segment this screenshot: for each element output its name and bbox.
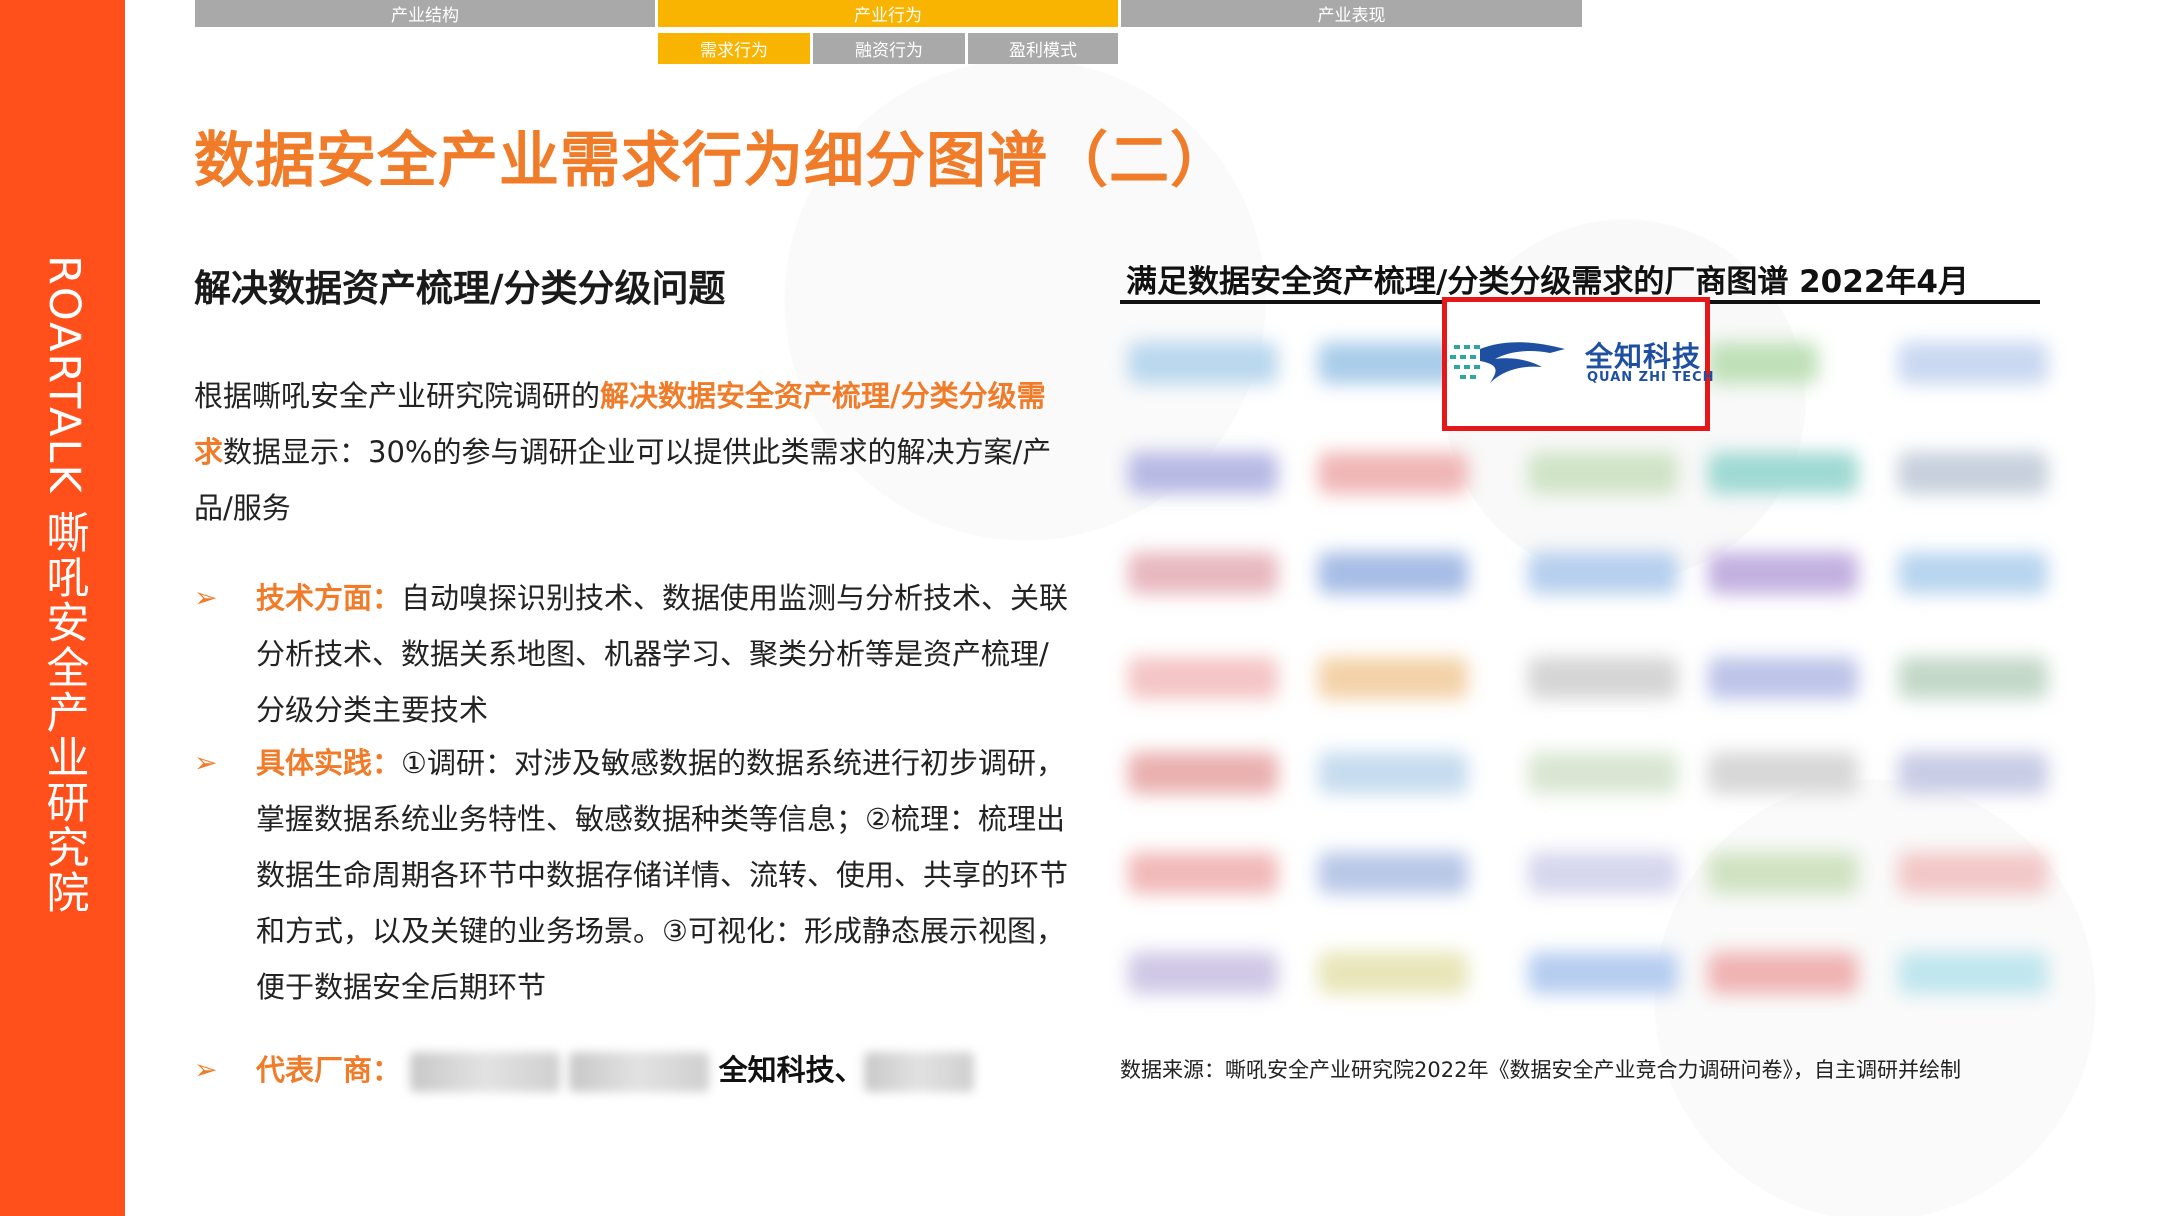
blurred-vendor-logo: [1128, 452, 1278, 494]
blurred-vendor-logo: [1898, 342, 2048, 384]
blurred-vendor-logo: [1128, 342, 1278, 384]
intro-pre: 根据嘶吼安全产业研究院调研的: [194, 379, 601, 413]
blurred-vendor-logo: [1708, 342, 1818, 384]
bullet-technology: ➢ 技术方面：自动嗅探识别技术、数据使用监测与分析技术、关联分析技术、数据关系地…: [194, 570, 1074, 738]
bullet-practice: ➢ 具体实践：①调研：对涉及敏感数据的数据系统进行初步调研，掌握数据系统业务特性…: [194, 735, 1074, 1015]
blurred-vendor-logo: [1898, 852, 2048, 894]
nav-tab-industry-behavior[interactable]: 产业行为: [658, 0, 1118, 27]
blurred-vendor-logo: [1708, 452, 1858, 494]
blurred-vendor-logo: [1528, 852, 1678, 894]
quanzhi-logo-icon: [1450, 342, 1565, 383]
page-title: 数据安全产业需求行为细分图谱（二）: [194, 126, 1231, 196]
redacted-vendor: [410, 1052, 561, 1092]
blurred-vendor-logo: [1708, 852, 1858, 894]
blurred-vendor-logo: [1898, 657, 2048, 699]
redacted-vendor: [569, 1052, 710, 1092]
blurred-vendor-logo: [1128, 657, 1278, 699]
blurred-vendor-logo: [1708, 552, 1858, 594]
blurred-vendor-logo: [1318, 657, 1468, 699]
blurred-vendor-logo: [1528, 952, 1678, 994]
blurred-vendor-logo: [1128, 952, 1278, 994]
named-vendor: 全知科技、: [718, 1053, 864, 1087]
sidebar-brand-text: ROARTALK 嘶吼安全产业研究院: [39, 255, 89, 916]
blurred-vendor-logo: [1128, 752, 1278, 794]
blurred-vendor-logo: [1318, 952, 1468, 994]
vendor-map-title: 满足数据安全资产梳理/分类分级需求的厂商图谱 2022年4月: [1126, 264, 1969, 300]
sidebar: ROARTALK 嘶吼安全产业研究院: [0, 0, 125, 1216]
blurred-vendor-logo: [1528, 657, 1678, 699]
nav-tab-industry-performance[interactable]: 产业表现: [1121, 0, 1582, 27]
blurred-vendor-logo: [1708, 952, 1858, 994]
section-heading: 解决数据资产梳理/分类分级问题: [194, 267, 726, 310]
blurred-vendor-logo: [1528, 752, 1678, 794]
blurred-vendor-logo: [1708, 657, 1858, 699]
blurred-vendor-logo: [1318, 752, 1468, 794]
blurred-vendor-logo: [1528, 452, 1678, 494]
blurred-vendor-logo: [1318, 452, 1468, 494]
blurred-vendor-logo: [1318, 552, 1468, 594]
bullet-text: ①调研：对涉及敏感数据的数据系统进行初步调研，掌握数据系统业务特性、敏感数据种类…: [256, 746, 1069, 1004]
nav-tab-industry-structure[interactable]: 产业结构: [195, 0, 655, 27]
data-source-note: 数据来源：嘶吼安全产业研究院2022年《数据安全产业竞合力调研问卷》，自主调研并…: [1120, 1058, 1961, 1082]
blurred-vendor-logo: [1128, 552, 1278, 594]
redacted-vendor: [863, 1052, 974, 1092]
bullet-vendors: ➢ 代表厂商： 全知科技、: [194, 1042, 1074, 1098]
highlighted-vendor-name-cn: 全知科技: [1585, 340, 1702, 373]
blurred-vendor-logo: [1708, 752, 1858, 794]
intro-post: 数据显示：30%的参与调研企业可以提供此类需求的解决方案/产品/服务: [194, 435, 1052, 525]
arrow-bullet-icon: ➢: [194, 1053, 218, 1086]
bullet-label: 技术方面：: [256, 581, 402, 615]
arrow-bullet-icon: ➢: [194, 746, 218, 779]
bullet-label: 代表厂商：: [256, 1053, 402, 1087]
blurred-vendor-logo: [1898, 952, 2048, 994]
blurred-vendor-logo: [1128, 852, 1278, 894]
intro-paragraph: 根据嘶吼安全产业研究院调研的解决数据安全资产梳理/分类分级需求数据显示：30%的…: [194, 368, 1074, 536]
blurred-vendor-logo: [1898, 752, 2048, 794]
nav-subtab-financing-behavior[interactable]: 融资行为: [813, 33, 965, 64]
blurred-vendor-logo: [1318, 852, 1468, 894]
highlighted-vendor-name-en: QUAN ZHI TECH: [1587, 370, 1715, 385]
bullet-label: 具体实践：: [256, 746, 402, 780]
blurred-vendor-logo: [1898, 452, 2048, 494]
nav-subtab-profit-model[interactable]: 盈利模式: [968, 33, 1118, 64]
blurred-vendor-logo: [1528, 552, 1678, 594]
arrow-bullet-icon: ➢: [194, 581, 218, 614]
blurred-vendor-logo: [1898, 552, 2048, 594]
nav-subtab-demand-behavior[interactable]: 需求行为: [658, 33, 810, 64]
